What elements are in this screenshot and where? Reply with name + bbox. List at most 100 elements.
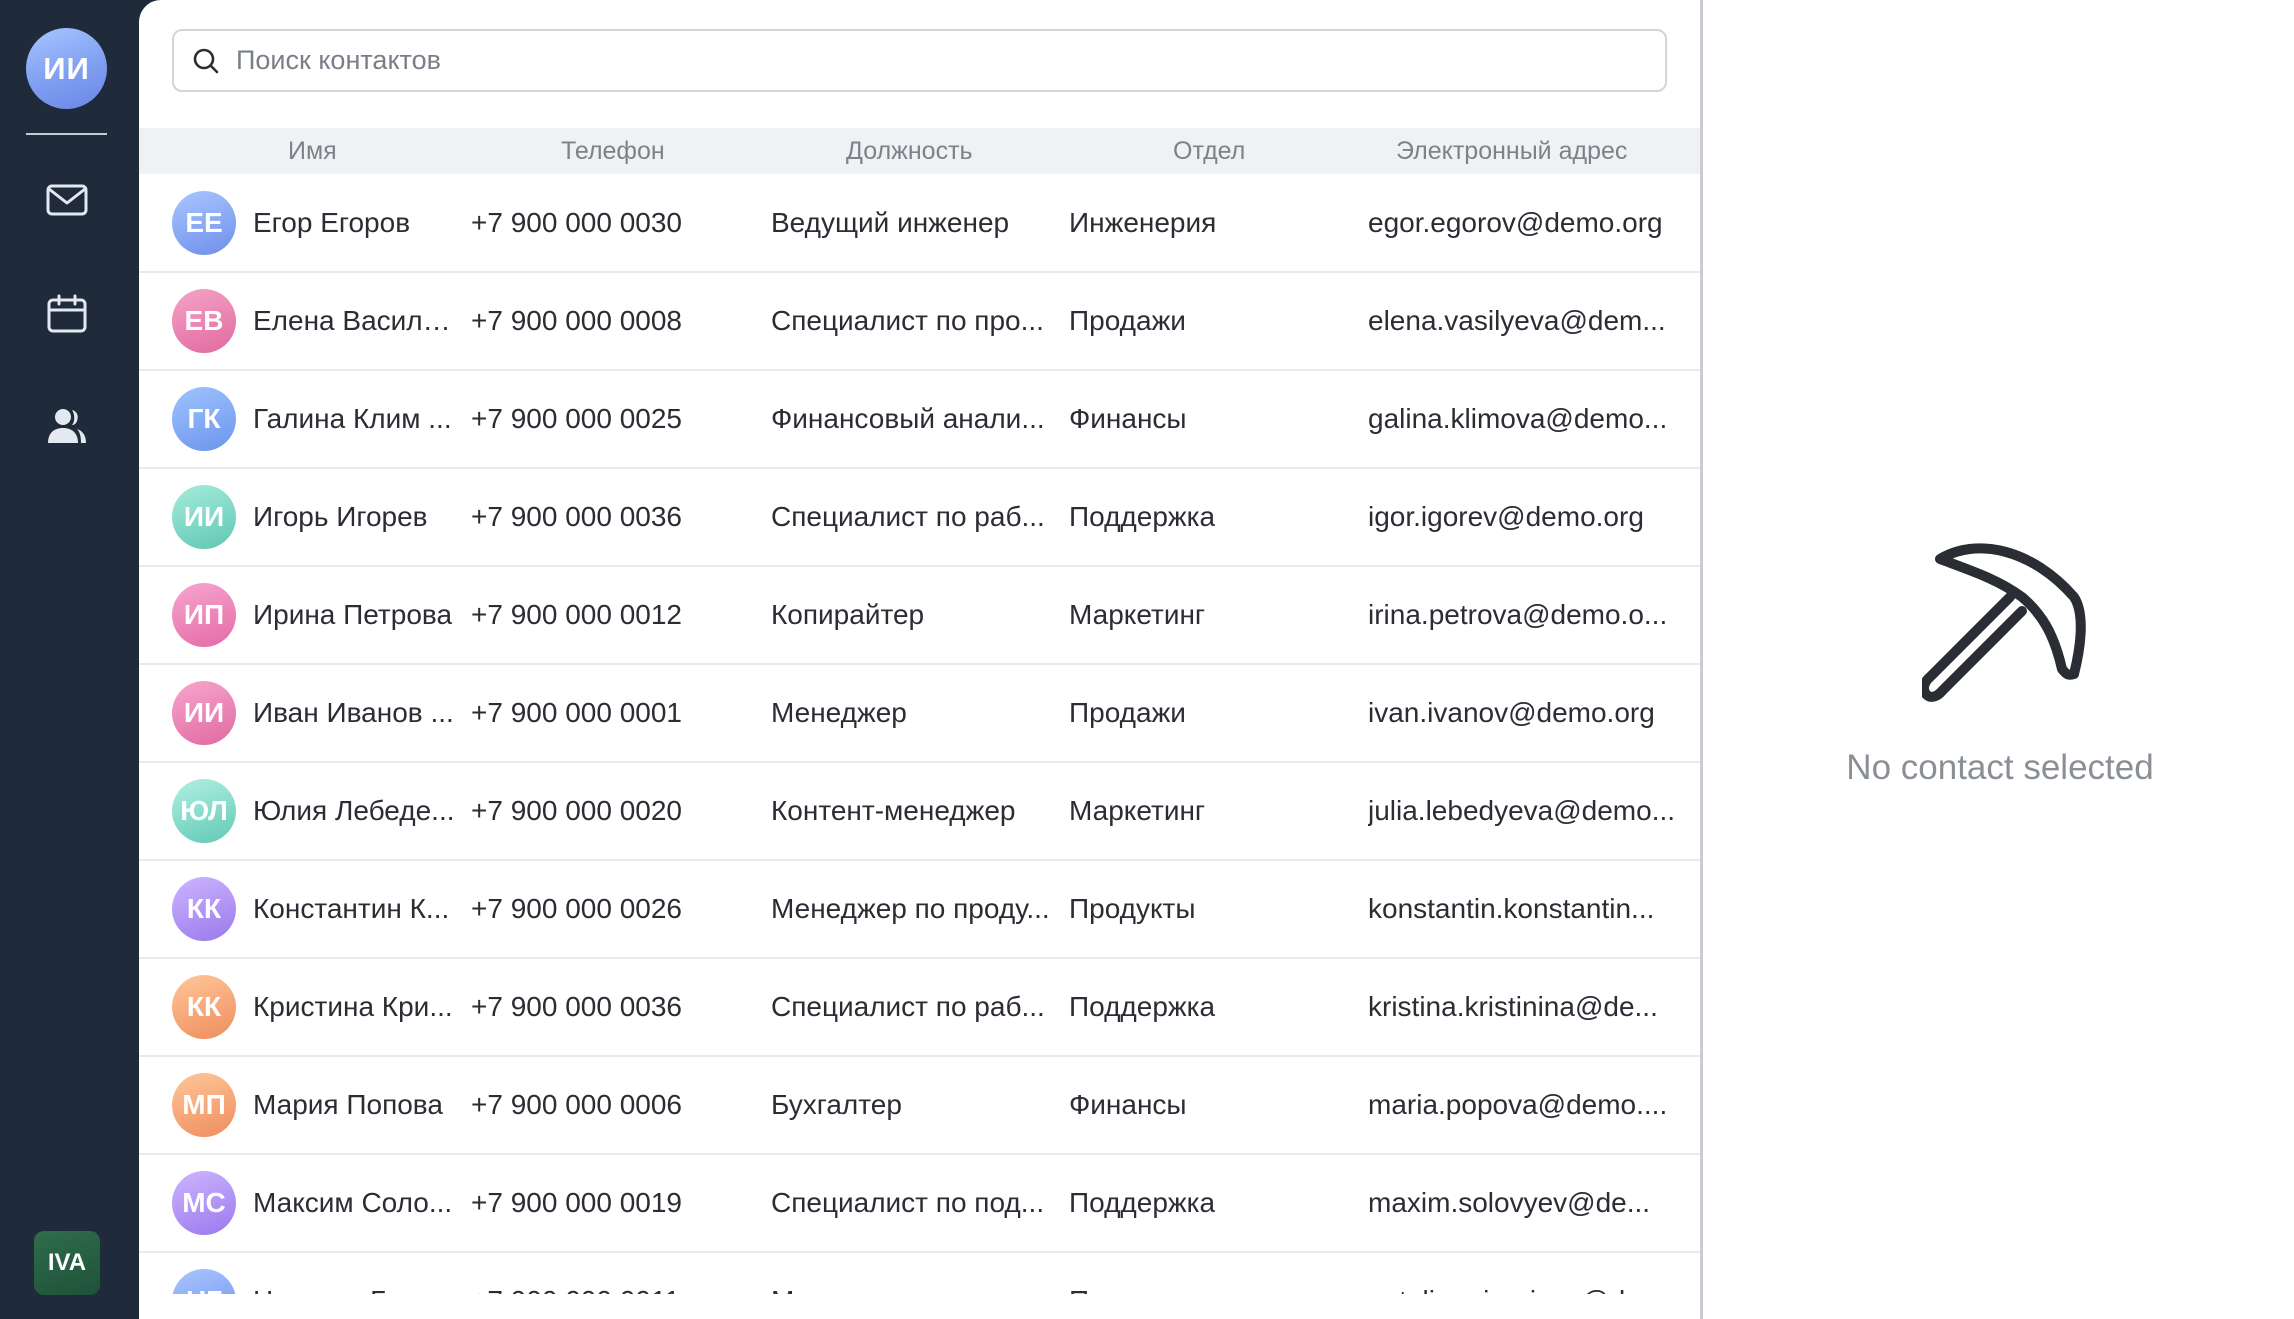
column-name[interactable]: Имя (288, 128, 337, 174)
contact-name: Максим Соло... (253, 1187, 453, 1218)
sidebar-divider (26, 133, 107, 135)
contact-email: elena.vasilyeva@dem... (1368, 305, 1666, 336)
contact-avatar: МС (172, 1171, 236, 1235)
mail-icon (46, 184, 88, 216)
contact-detail-empty: No contact selected (1703, 0, 2294, 1319)
contact-email: igor.igorev@demo.org (1368, 501, 1644, 532)
contact-name: Игорь Игорев (253, 501, 428, 532)
contact-phone: +7 900 000 0026 (471, 893, 682, 924)
contact-position: Специалист по под... (771, 1187, 1045, 1218)
contact-name: Константин К... (253, 893, 450, 924)
contact-name: Иван Иванов ... (253, 697, 454, 728)
contact-position: Ведущий инженер (771, 207, 1010, 238)
column-phone[interactable]: Телефон (561, 128, 665, 174)
contact-position: Специалист по про... (771, 305, 1044, 336)
contact-email: egor.egorov@demo.org (1368, 207, 1663, 238)
empty-state-text: No contact selected (1846, 748, 2154, 787)
calendar-icon (47, 294, 87, 333)
contact-email: maria.popova@demo.... (1368, 1089, 1668, 1120)
contact-avatar: ИП (172, 583, 236, 647)
contact-department: Поддержка (1069, 991, 1216, 1022)
contact-phone: +7 900 000 0030 (471, 207, 682, 238)
nav-mail[interactable] (39, 172, 95, 228)
column-department[interactable]: Отдел (1173, 128, 1245, 174)
table-row[interactable]: ИП Ирина Петрова +7 900 000 0012 Копирайтер… (139, 566, 1700, 665)
contact-avatar: КК (172, 975, 236, 1039)
table-row[interactable]: ЕЕ Егор Егоров +7 900 000 0030 Ведущий инже… (139, 174, 1700, 273)
contact-avatar: ЕВ (172, 289, 236, 353)
contact-position: Менеджер (771, 1252, 1053, 1294)
contact-department: Финансы (1069, 1089, 1187, 1120)
sidebar: ИИ IVA (0, 0, 139, 1319)
contact-position: Специалист по раб... (771, 991, 1045, 1022)
contact-phone: +7 900 000 0020 (471, 795, 682, 826)
contact-phone: +7 900 000 0019 (471, 1187, 682, 1218)
contact-name: Егор Егоров (253, 207, 411, 238)
contact-email: julia.lebedyeva@demo... (1368, 795, 1676, 826)
contact-email: ivan.ivanov@demo.org (1368, 697, 1655, 728)
contact-phone: +7 900 000 0036 (471, 501, 682, 532)
contact-email: maxim.solovyev@de... (1368, 1187, 1651, 1218)
contact-position: Менеджер по проду... (771, 893, 1050, 924)
contact-name: Мария Попова (253, 1089, 443, 1120)
contact-department: Продажи (1069, 1252, 1349, 1294)
table-row[interactable]: МС Максим Соло... +7 900 000 0019 Специалис… (139, 1154, 1700, 1253)
table-row[interactable]: ИИ Игорь Игорев +7 900 000 0036 Специалист … (139, 468, 1700, 567)
table-row[interactable]: ГК Галина Клим ... +7 900 000 0025 Финансов… (139, 370, 1700, 469)
contact-email: irina.petrova@demo.o... (1368, 599, 1668, 630)
table-row[interactable]: ЕВ Елена Василь... +7 900 000 0008 Специали… (139, 272, 1700, 371)
table-row[interactable]: КК Константин К... +7 900 000 0026 Менеджер… (139, 860, 1700, 959)
table-row[interactable]: ИИ Иван Иванов ... +7 900 000 0001 Менеджер… (139, 664, 1700, 763)
column-email[interactable]: Электронный адрес (1396, 128, 1627, 174)
contact-name: Ирина Петрова (253, 599, 453, 630)
contact-department: Поддержка (1069, 501, 1216, 532)
contact-avatar: ИИ (172, 485, 236, 549)
contact-email: natalia.grigorieva@de... (1368, 1252, 1676, 1294)
user-avatar[interactable]: ИИ (26, 28, 107, 109)
contact-department: Продажи (1069, 697, 1186, 728)
contact-position: Финансовый анали... (771, 403, 1045, 434)
contact-department: Инженерия (1069, 207, 1217, 238)
brand-logo[interactable]: IVA (34, 1231, 100, 1295)
nav-contacts[interactable] (39, 398, 95, 454)
nav-calendar[interactable] (39, 286, 95, 342)
table-row[interactable]: НГ Наталья Гри... +7 900 000 0011 Менеджер П… (139, 1252, 1700, 1294)
contacts-list-panel: Имя Телефон Должность Отдел Электронный … (139, 0, 1700, 1319)
contact-name: Наталья Гри... (253, 1252, 459, 1294)
contact-name: Кристина Кри... (253, 991, 453, 1022)
pickaxe-icon (1922, 543, 2086, 702)
contact-position: Специалист по раб... (771, 501, 1045, 532)
table-row[interactable]: МП Мария Попова +7 900 000 0006 Бухгалтер Фи… (139, 1056, 1700, 1155)
contact-phone: +7 900 000 0001 (471, 697, 682, 728)
contact-position: Контент-менеджер (771, 795, 1016, 826)
contact-phone: +7 900 000 0011 (471, 1252, 741, 1294)
contact-department: Маркетинг (1069, 599, 1206, 630)
contact-department: Продукты (1069, 893, 1196, 924)
search-icon (193, 48, 219, 73)
contact-phone: +7 900 000 0036 (471, 991, 682, 1022)
main-panel: Имя Телефон Должность Отдел Электронный … (139, 0, 2294, 1319)
contact-avatar: ЕЕ (172, 191, 236, 255)
column-position[interactable]: Должность (846, 128, 973, 174)
contact-phone: +7 900 000 0025 (471, 403, 682, 434)
contact-phone: +7 900 000 0006 (471, 1089, 682, 1120)
contact-avatar: ИИ (172, 681, 236, 745)
contact-position: Бухгалтер (771, 1089, 902, 1120)
contact-email: konstantin.konstantin... (1368, 893, 1655, 924)
contact-name: Галина Клим ... (253, 403, 452, 434)
contact-email: kristina.kristinina@de... (1368, 991, 1658, 1022)
contact-department: Маркетинг (1069, 795, 1206, 826)
contact-avatar: НГ (172, 1269, 236, 1294)
table-row[interactable]: ЮЛ Юлия Лебеде... +7 900 000 0020 Контент-м… (139, 762, 1700, 861)
contact-department: Продажи (1069, 305, 1186, 336)
table-row[interactable]: КК Кристина Кри... +7 900 000 0036 Специали… (139, 958, 1700, 1057)
contact-avatar: МП (172, 1073, 236, 1137)
contact-avatar: КК (172, 877, 236, 941)
search-box[interactable] (172, 29, 1667, 92)
search-input[interactable] (234, 44, 1665, 77)
table-header: Имя Телефон Должность Отдел Электронный … (139, 128, 1700, 174)
contacts-icon (48, 409, 86, 443)
contact-phone: +7 900 000 0012 (471, 599, 682, 630)
contacts-table-body: ЕЕ Егор Егоров +7 900 000 0030 Ведущий инже… (139, 174, 1700, 1294)
contact-position: Копирайтер (771, 599, 925, 630)
